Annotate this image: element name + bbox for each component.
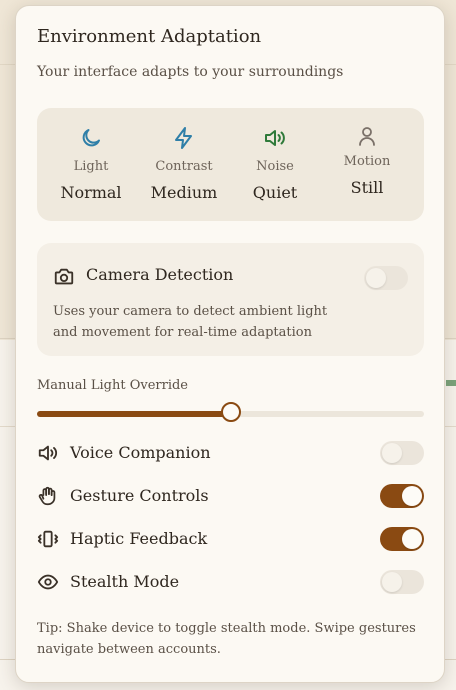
- stat-light: Light Normal: [45, 108, 137, 221]
- setting-haptic-feedback: Haptic Feedback: [37, 524, 424, 554]
- camera-detection-label: Camera Detection: [86, 265, 234, 284]
- stealth-mode-toggle[interactable]: [380, 570, 424, 594]
- environment-stats: Light Normal Contrast Medium Noise Quiet: [37, 108, 424, 221]
- toggle-knob: [382, 443, 402, 463]
- setting-stealth-mode: Stealth Mode: [37, 567, 424, 597]
- zap-icon: [172, 126, 196, 150]
- stat-value: Still: [350, 178, 384, 197]
- voice-companion-toggle[interactable]: [380, 441, 424, 465]
- camera-detection-description: Uses your camera to detect ambient light…: [53, 304, 328, 340]
- light-override-thumb[interactable]: [221, 402, 241, 422]
- camera-detection-card: Camera Detection Uses your camera to det…: [37, 243, 424, 356]
- setting-gesture-controls: Gesture Controls: [37, 481, 424, 511]
- stat-label: Noise: [256, 159, 294, 174]
- panel-subtitle: Your interface adapts to your surroundin…: [37, 64, 344, 80]
- light-override-slider[interactable]: [37, 402, 424, 422]
- setting-voice-companion: Voice Companion: [37, 438, 424, 468]
- camera-icon: [53, 266, 75, 288]
- environment-adaptation-panel: Environment Adaptation Your interface ad…: [15, 5, 445, 683]
- speaker-icon: [37, 442, 59, 464]
- background-progress-fragment: [446, 380, 456, 386]
- stat-label: Contrast: [155, 159, 213, 174]
- stat-value: Normal: [60, 183, 122, 202]
- vibrate-icon: [37, 528, 59, 550]
- stat-value: Quiet: [252, 183, 298, 202]
- gesture-controls-toggle[interactable]: [380, 484, 424, 508]
- stat-noise: Noise Quiet: [229, 108, 321, 221]
- toggle-knob: [366, 268, 386, 288]
- stat-contrast: Contrast Medium: [138, 108, 230, 221]
- moon-icon: [79, 126, 103, 150]
- volume-icon: [263, 126, 287, 150]
- light-override-fill: [37, 411, 231, 417]
- toggle-knob: [402, 529, 422, 549]
- haptic-feedback-toggle[interactable]: [380, 527, 424, 551]
- stat-label: Light: [73, 159, 109, 174]
- eye-icon: [37, 571, 59, 593]
- tip-text: Tip: Shake device to toggle stealth mode…: [37, 621, 416, 657]
- setting-label: Voice Companion: [70, 443, 211, 462]
- toggle-knob: [382, 572, 402, 592]
- panel-title: Environment Adaptation: [37, 26, 262, 47]
- setting-label: Stealth Mode: [70, 572, 180, 591]
- setting-label: Gesture Controls: [70, 486, 209, 505]
- stat-motion: Motion Still: [321, 108, 413, 221]
- setting-label: Haptic Feedback: [70, 529, 208, 548]
- stat-value: Medium: [150, 183, 218, 202]
- toggle-knob: [402, 486, 422, 506]
- user-icon: [355, 124, 379, 148]
- camera-detection-toggle[interactable]: [364, 266, 408, 290]
- hand-icon: [37, 485, 59, 507]
- stat-label: Motion: [343, 154, 391, 169]
- light-override-label: Manual Light Override: [37, 378, 188, 393]
